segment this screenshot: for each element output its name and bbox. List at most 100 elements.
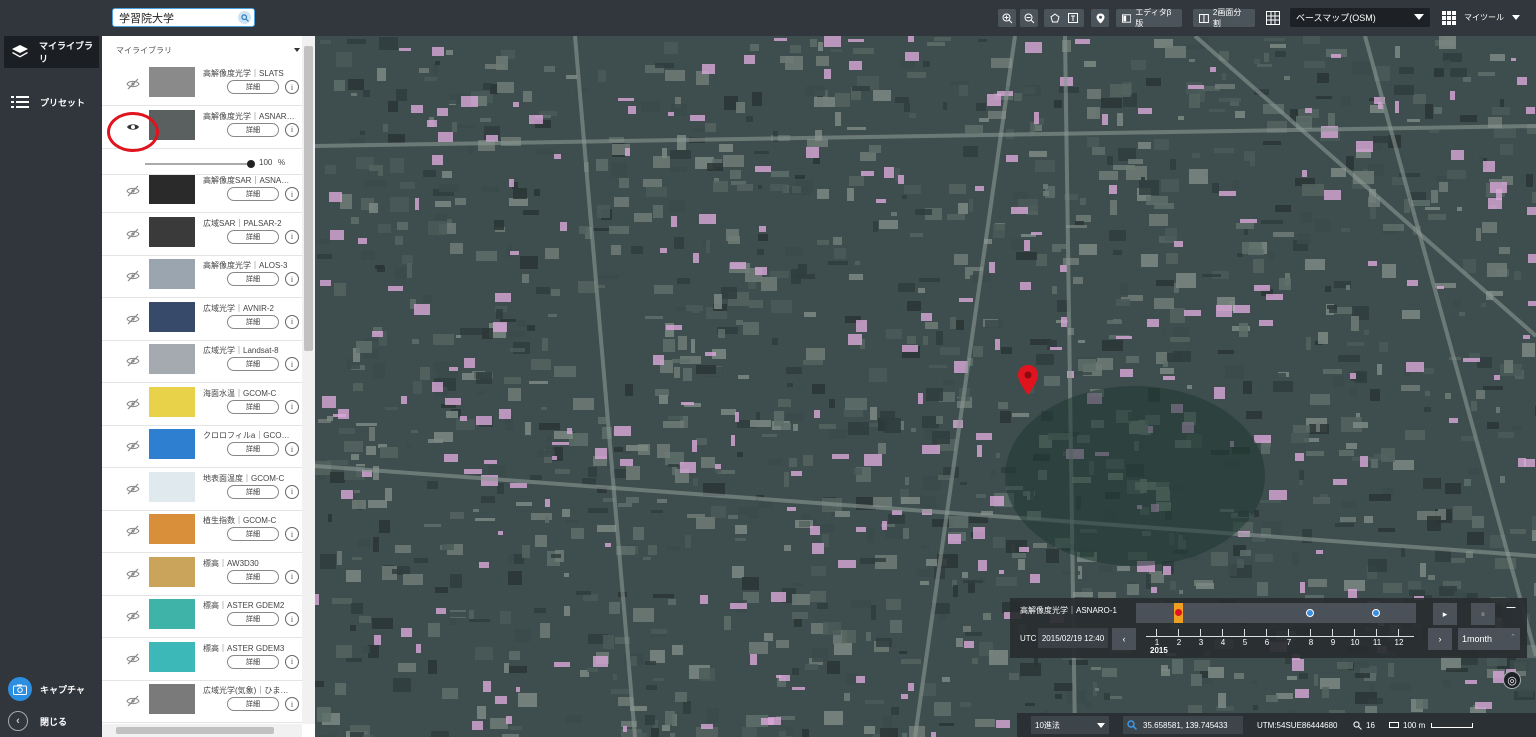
detail-button[interactable]: 詳細	[227, 272, 279, 286]
info-icon[interactable]: i	[285, 122, 299, 137]
coordinate-field[interactable]: 35.658581, 139.745433	[1123, 716, 1243, 734]
detail-button[interactable]: 詳細	[227, 442, 279, 456]
eye-off-icon[interactable]	[126, 398, 140, 410]
detail-button[interactable]: 詳細	[227, 357, 279, 371]
eye-off-icon[interactable]	[126, 525, 140, 537]
zoom-out-button[interactable]	[1020, 9, 1038, 27]
building	[934, 37, 951, 41]
horizontal-scrollbar[interactable]	[102, 724, 302, 737]
highlighted-building	[620, 459, 633, 466]
detail-button[interactable]: 詳細	[227, 229, 279, 244]
library-dropdown[interactable]: マイライブラリ	[102, 36, 302, 64]
timeline-track[interactable]	[1136, 603, 1416, 623]
zoom-in-button[interactable]	[998, 9, 1016, 27]
split-view-button[interactable]: 2画面分割	[1193, 8, 1255, 28]
acquisition-dot[interactable]	[1372, 609, 1380, 617]
highlighted-building	[1350, 373, 1356, 379]
info-icon[interactable]: i	[285, 314, 299, 329]
pause-button[interactable]: ⏸	[1471, 603, 1495, 625]
building	[469, 610, 474, 619]
eye-off-icon[interactable]	[126, 355, 140, 367]
detail-button[interactable]: 詳細	[227, 697, 279, 711]
highlighted-building	[401, 396, 407, 404]
eye-off-icon[interactable]	[126, 653, 140, 665]
eye-off-icon[interactable]	[126, 440, 140, 452]
info-icon[interactable]: i	[285, 357, 299, 371]
building	[1170, 308, 1185, 323]
editor-beta-button[interactable]: エディタβ版	[1116, 8, 1182, 28]
eye-off-icon[interactable]	[126, 228, 140, 240]
minimize-button[interactable]: —	[1502, 600, 1520, 614]
opacity-slider-track[interactable]	[145, 163, 251, 165]
info-icon[interactable]: i	[285, 80, 299, 94]
vertical-scrollbar[interactable]	[302, 36, 315, 724]
scrollbar-thumb[interactable]	[116, 727, 274, 734]
acquisition-dot[interactable]	[1306, 609, 1314, 617]
basemap-select[interactable]: ベースマップ(OSM)	[1290, 8, 1430, 27]
building	[1346, 285, 1350, 290]
info-icon[interactable]: i	[285, 697, 299, 711]
opacity-slider-handle[interactable]	[247, 160, 255, 168]
info-icon[interactable]: i	[285, 484, 299, 499]
eye-off-icon[interactable]	[126, 610, 140, 622]
eye-off-icon[interactable]	[126, 313, 140, 325]
detail-button[interactable]: 詳細	[227, 654, 279, 669]
building	[667, 546, 680, 551]
building	[1170, 581, 1176, 590]
eye-off-icon[interactable]	[126, 568, 140, 580]
detail-button[interactable]: 詳細	[227, 612, 279, 626]
sidebar-item-my-library[interactable]: マイライブラリ	[4, 36, 99, 68]
detail-button[interactable]: 詳細	[227, 569, 279, 584]
detail-button[interactable]: 詳細	[227, 527, 279, 541]
marker-button[interactable]	[1091, 9, 1109, 27]
my-tool-menu[interactable]: マイツール	[1442, 8, 1520, 27]
eye-off-icon[interactable]	[126, 483, 140, 495]
detail-button[interactable]: 詳細	[227, 187, 279, 201]
info-icon[interactable]: i	[285, 569, 299, 584]
play-button[interactable]: ▸	[1433, 603, 1457, 625]
highlighted-building	[1259, 320, 1273, 326]
compass-icon[interactable]: ◎	[1503, 671, 1521, 689]
building	[1189, 94, 1200, 108]
prev-button[interactable]: ‹	[1112, 628, 1136, 650]
eye-off-icon[interactable]	[126, 78, 140, 90]
coord-format-value: 10進法	[1035, 720, 1060, 730]
grid-button[interactable]	[1265, 9, 1281, 27]
detail-button[interactable]: 詳細	[227, 314, 279, 329]
highlighted-building	[989, 262, 995, 273]
detail-button[interactable]: 詳細	[227, 399, 279, 414]
eye-off-icon[interactable]	[126, 185, 140, 197]
capture-button[interactable]: キャプチャ	[8, 677, 98, 701]
sidebar-item-preset[interactable]: プリセット	[4, 86, 99, 118]
info-icon[interactable]: i	[285, 399, 299, 414]
building	[674, 367, 680, 378]
info-icon[interactable]: i	[285, 272, 299, 286]
building	[520, 256, 538, 269]
building	[395, 236, 403, 245]
interval-select[interactable]: 1month ⌃	[1458, 628, 1520, 650]
search-input[interactable]: 学習院大学	[112, 8, 255, 27]
info-icon[interactable]: i	[285, 527, 299, 541]
coord-format-select[interactable]: 10進法	[1031, 716, 1109, 734]
building	[625, 384, 633, 396]
building	[1532, 530, 1536, 541]
draw-tools-button[interactable]	[1044, 9, 1084, 27]
close-panel-button[interactable]: ‹ 閉じる	[8, 709, 98, 733]
info-icon[interactable]: i	[285, 612, 299, 626]
scrollbar-thumb[interactable]	[304, 46, 313, 351]
building	[903, 528, 909, 539]
eye-off-icon[interactable]	[126, 695, 140, 707]
info-icon[interactable]: i	[285, 187, 299, 201]
eye-off-icon[interactable]	[126, 270, 140, 282]
detail-button[interactable]: 詳細	[227, 80, 279, 94]
detail-button[interactable]: 詳細	[227, 484, 279, 499]
next-button[interactable]: ›	[1428, 628, 1452, 650]
layer-thumbnail	[149, 67, 195, 97]
search-icon[interactable]	[238, 11, 251, 24]
detail-button[interactable]: 詳細	[227, 122, 279, 137]
info-icon[interactable]: i	[285, 654, 299, 669]
info-icon[interactable]: i	[285, 229, 299, 244]
month-label: 4	[1220, 638, 1226, 647]
info-icon[interactable]: i	[285, 442, 299, 456]
highlighted-building	[1528, 301, 1536, 306]
